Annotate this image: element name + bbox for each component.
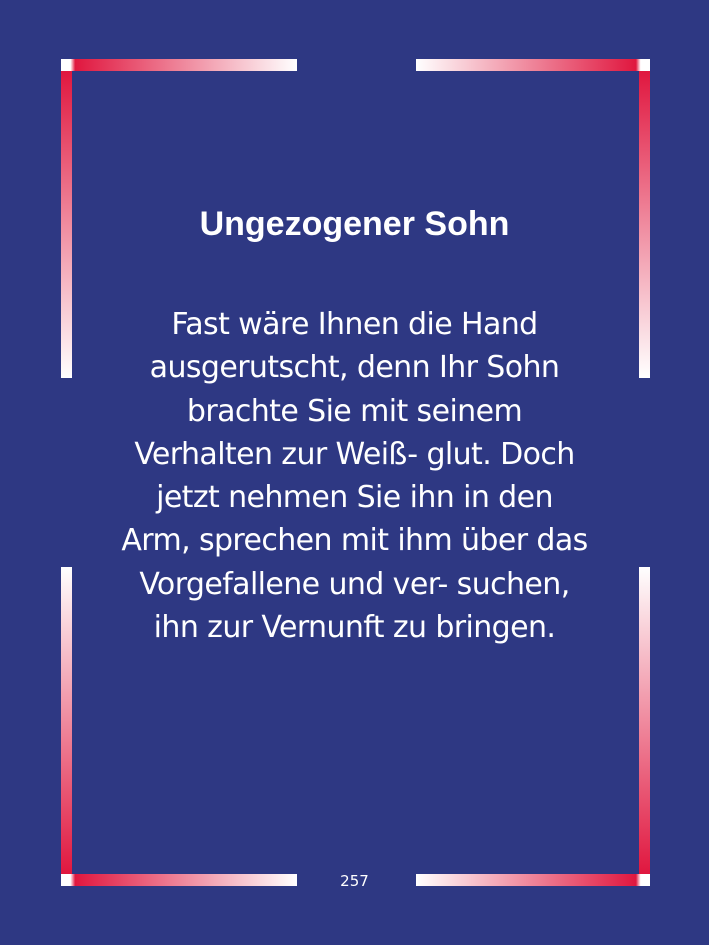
- body-line: Arm, sprechen mit ihm über das: [121, 523, 588, 559]
- body-line: jetzt nehmen Sie ihn in den: [156, 480, 553, 516]
- frame-bar-top-right: [416, 59, 650, 71]
- body-line: Fast wäre Ihnen die Hand: [171, 307, 538, 342]
- body-line: Verhalten zur Weiß- glut. Doch: [134, 436, 575, 472]
- frame-bar-top-left: [61, 59, 297, 71]
- frame-bar-right-lower: [639, 567, 650, 874]
- page-number: 257: [340, 872, 369, 890]
- frame-bar-left-lower: [61, 567, 72, 874]
- body-line: brachte Sie mit seinem: [186, 393, 523, 429]
- body-line: Vorgefallene und ver- suchen,: [139, 566, 570, 602]
- card-title: Ungezogener Sohn: [199, 205, 510, 243]
- body-line: ihn zur Vernunft zu bringen.: [153, 610, 556, 646]
- body-line: ausgerutscht, denn Ihr Sohn: [149, 350, 560, 386]
- card-body-text: Fast wäre Ihnen die Hand ausgerutscht, d…: [95, 303, 614, 649]
